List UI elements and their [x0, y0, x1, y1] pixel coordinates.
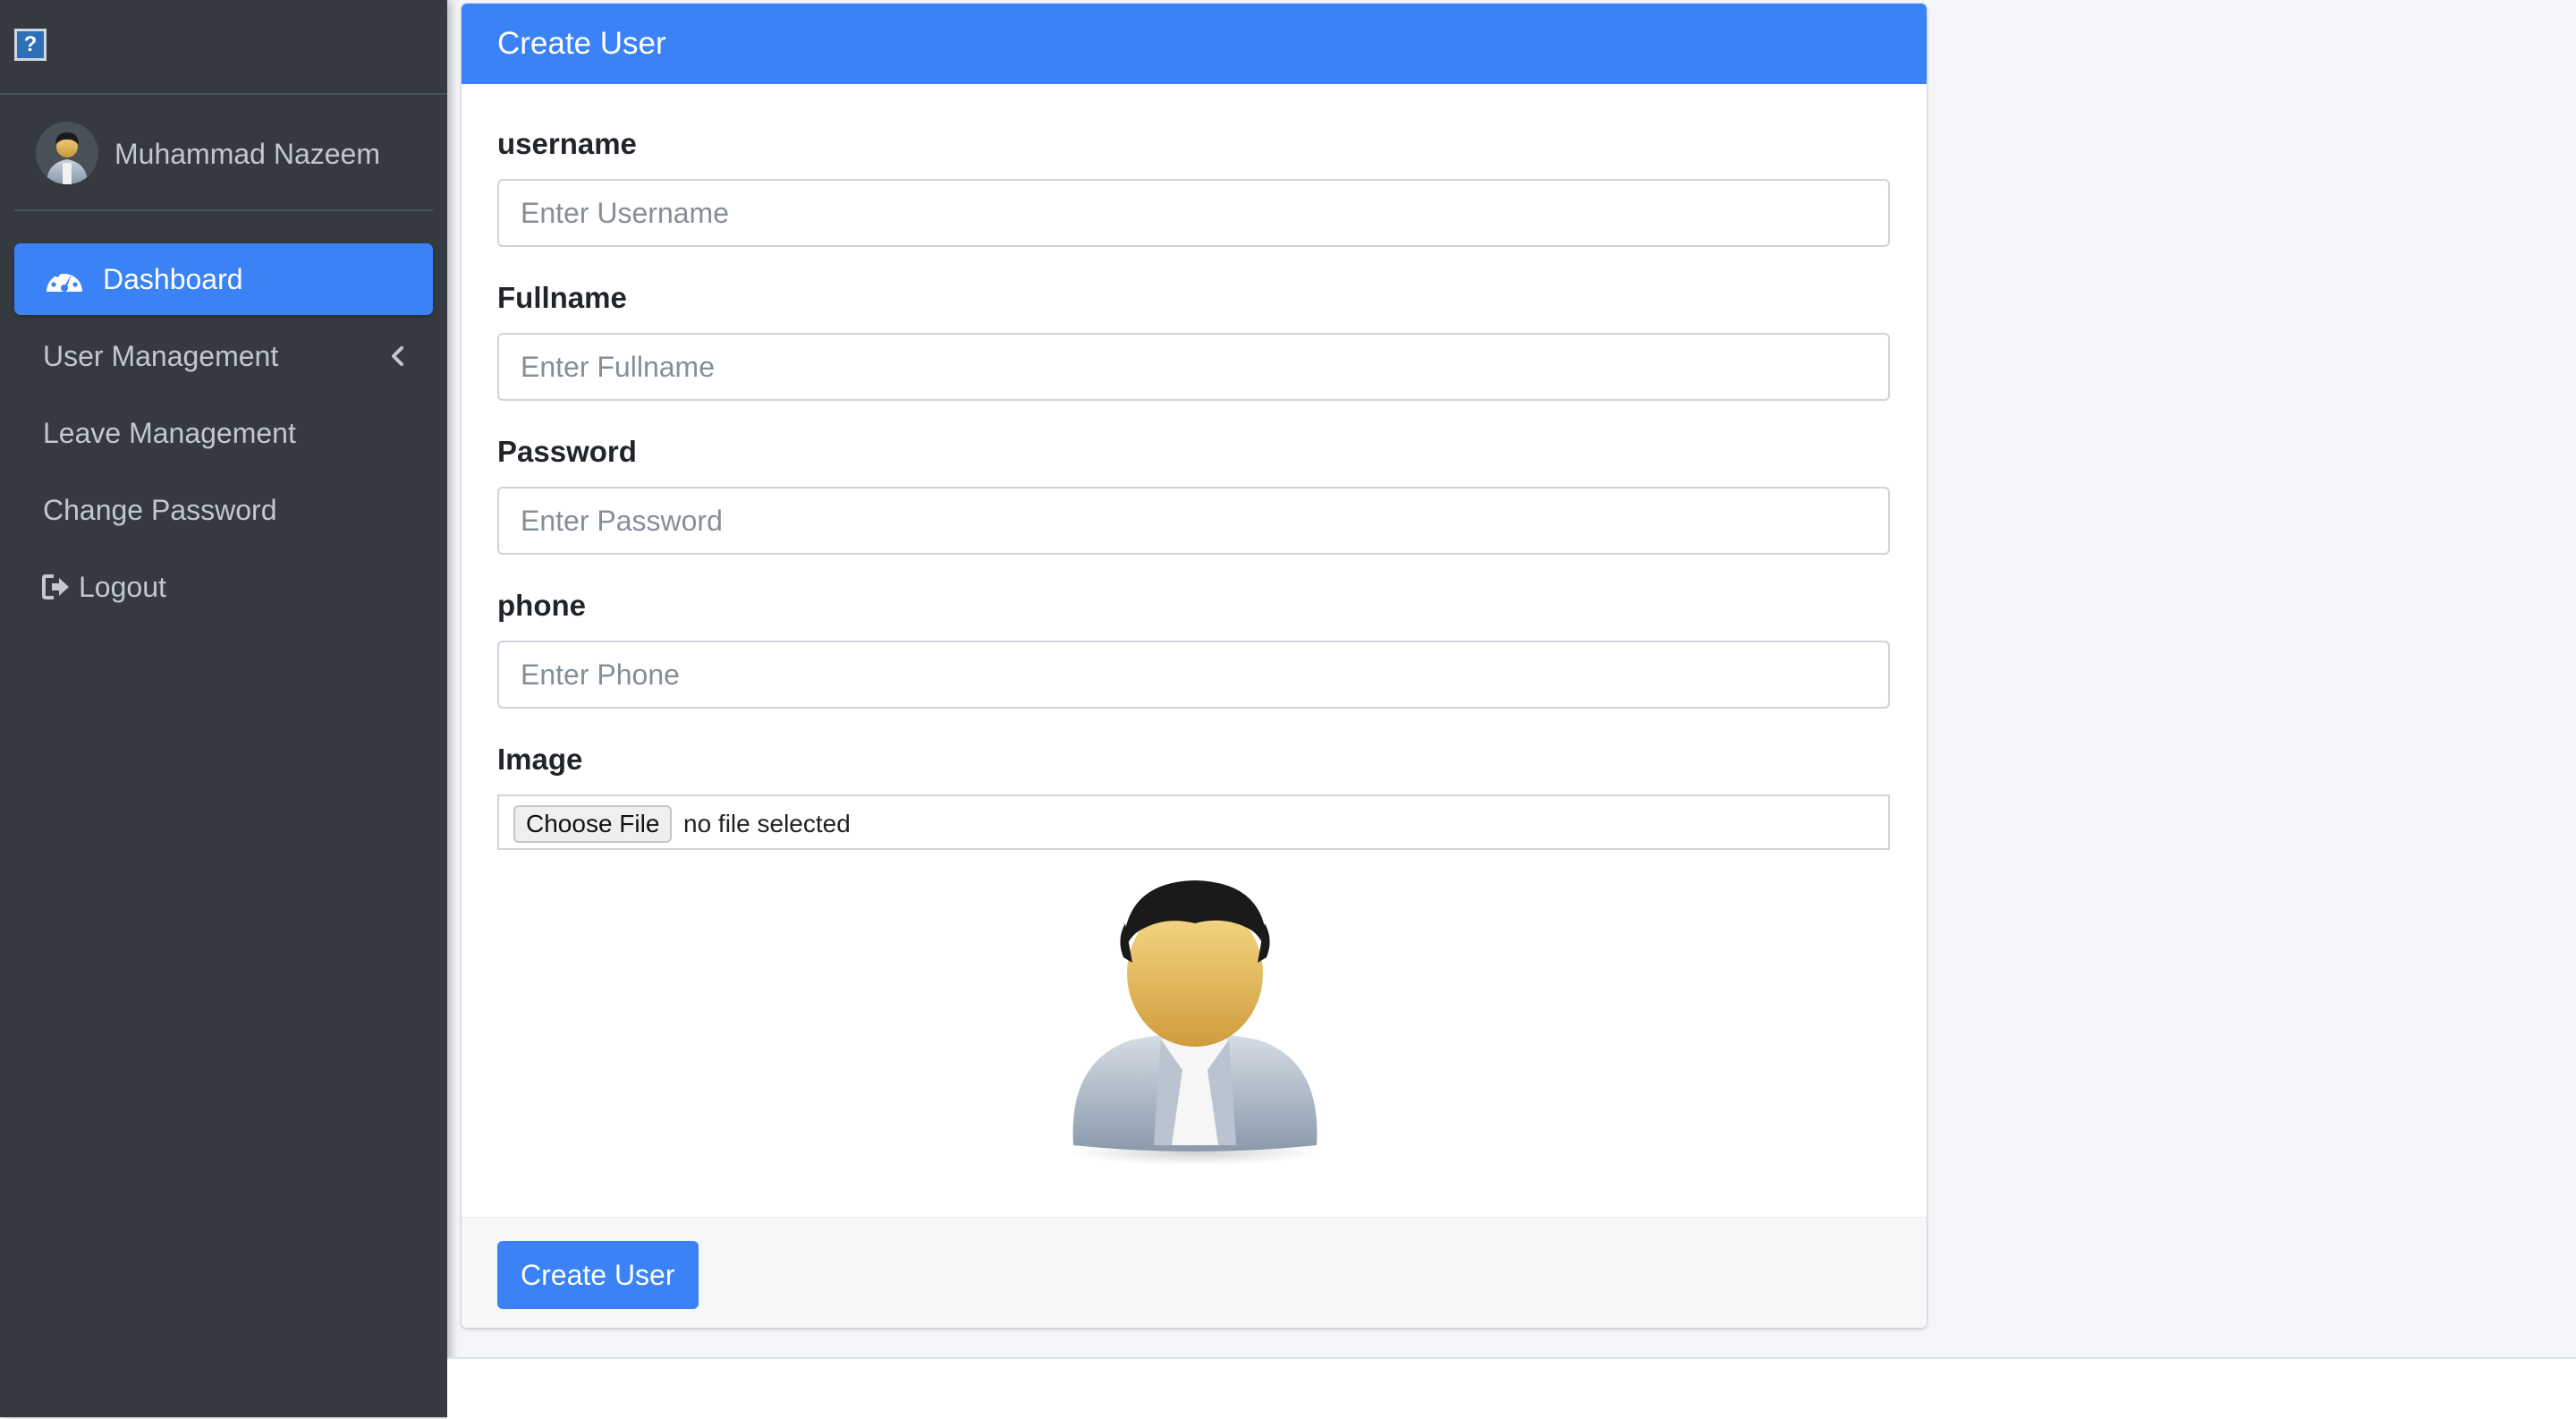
image-label: Image — [497, 743, 583, 776]
user-avatar-icon[interactable] — [36, 122, 98, 184]
sidebar-item-change-password[interactable]: Change Password — [14, 474, 433, 546]
file-status-text: no file selected — [683, 810, 851, 837]
sidebar-nav: Dashboard User Management Leave Manageme… — [14, 243, 433, 628]
sidebar-item-leave-management[interactable]: Leave Management — [14, 397, 433, 469]
choose-file-button[interactable]: Choose File — [513, 805, 673, 843]
user-panel: Muhammad Nazeem — [14, 95, 433, 211]
page-footer — [447, 1357, 2576, 1419]
sidebar-item-logout[interactable]: Logout — [14, 551, 433, 623]
brand-area: ? — [0, 0, 447, 95]
phone-input[interactable] — [497, 641, 1890, 709]
sidebar-item-label: Leave Management — [43, 417, 296, 449]
fullname-input[interactable] — [497, 333, 1890, 401]
broken-image-icon[interactable]: ? — [14, 29, 47, 61]
password-label: Password — [497, 435, 637, 468]
card-title: Create User — [462, 4, 1927, 84]
user-avatar-preview — [1061, 877, 1329, 1167]
image-file-input[interactable]: Choose File no file selected — [497, 794, 1890, 850]
sidebar: ? Muhammad Nazeem Dashboard User Managem… — [0, 0, 447, 1417]
fullname-label: Fullname — [497, 281, 627, 314]
sidebar-item-user-management[interactable]: User Management — [14, 320, 433, 392]
card-footer: Create User — [462, 1217, 1927, 1328]
password-input[interactable] — [497, 487, 1890, 555]
sidebar-item-label: User Management — [43, 340, 279, 372]
sidebar-item-dashboard[interactable]: Dashboard — [14, 243, 433, 315]
username-input[interactable] — [497, 179, 1890, 247]
user-name[interactable]: Muhammad Nazeem — [114, 136, 380, 172]
sidebar-item-label: Change Password — [43, 494, 277, 526]
sign-out-icon — [42, 574, 69, 599]
chevron-left-icon — [392, 346, 403, 366]
create-user-card: Create User username Fullname Password p… — [462, 4, 1927, 1328]
sidebar-item-label: Logout — [79, 571, 166, 603]
tachometer-icon — [47, 268, 82, 292]
create-user-button[interactable]: Create User — [497, 1241, 699, 1309]
sidebar-item-label: Dashboard — [103, 263, 243, 295]
phone-label: phone — [497, 589, 586, 622]
username-label: username — [497, 127, 637, 160]
